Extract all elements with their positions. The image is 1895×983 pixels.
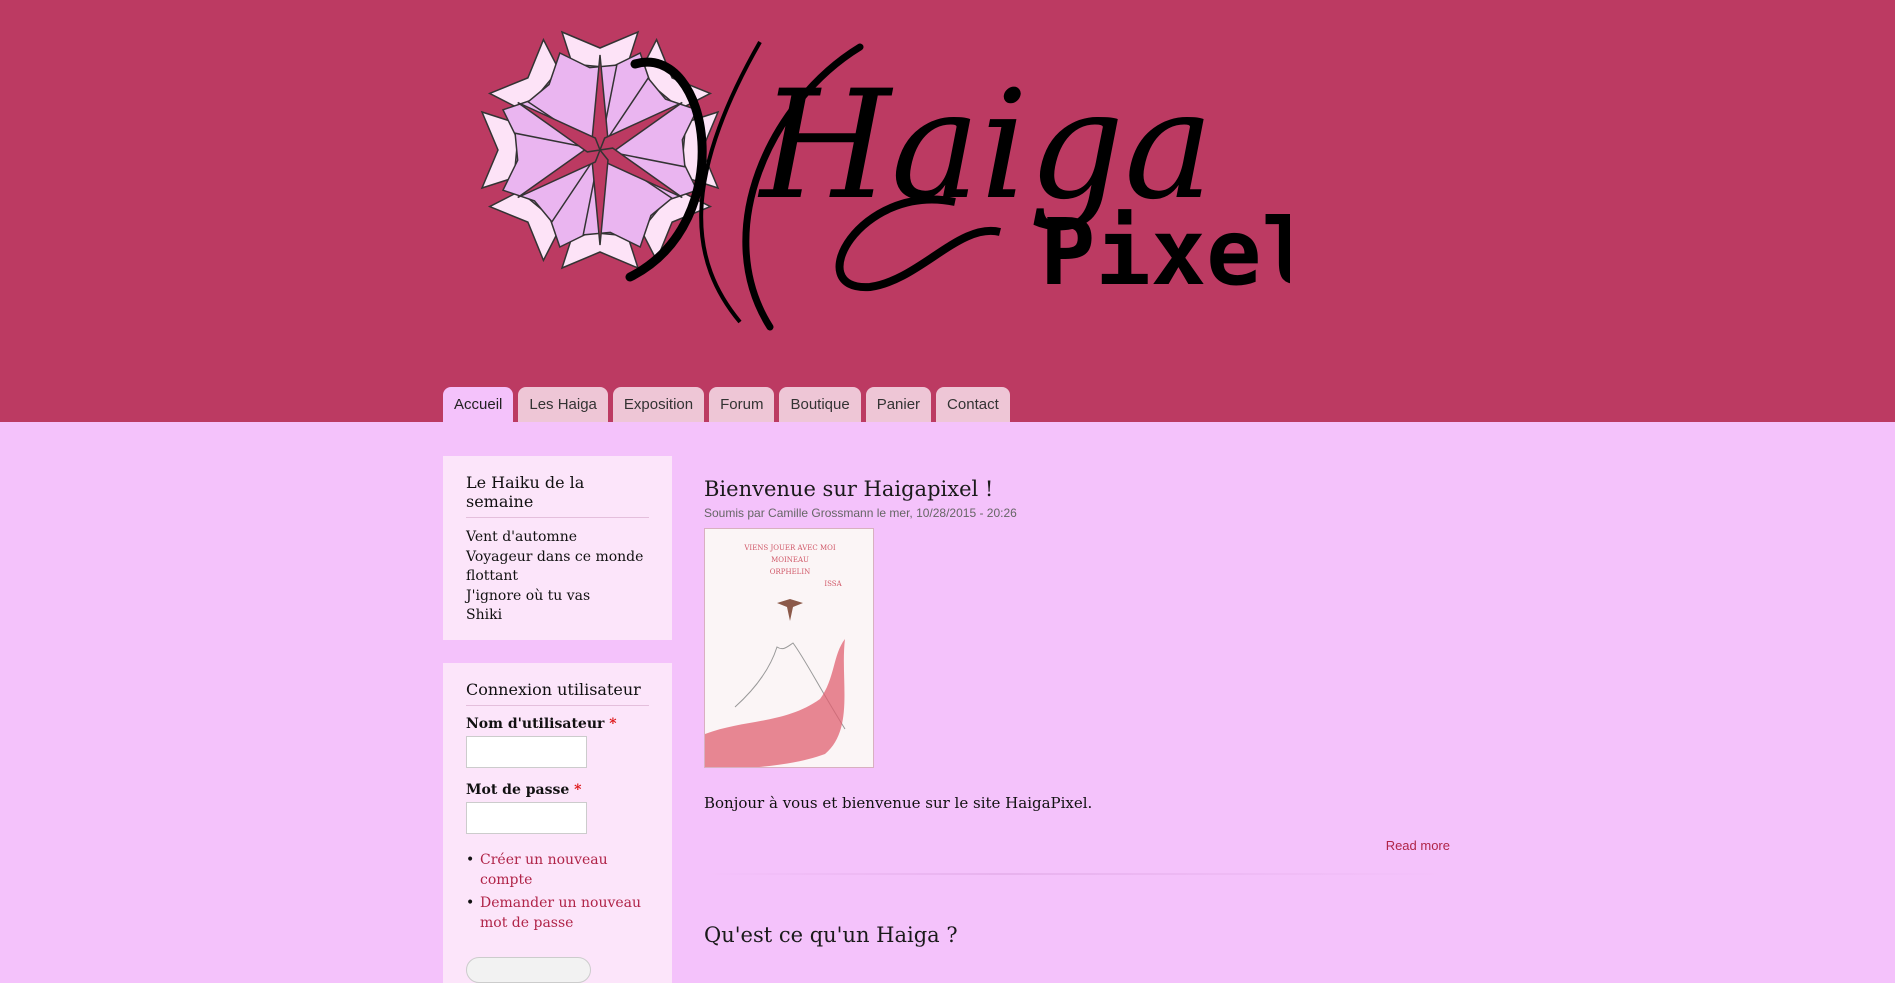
haiku-of-the-week-block: Le Haiku de la semaine Vent d'automne Vo… bbox=[443, 456, 672, 640]
article-divider bbox=[704, 873, 1450, 875]
tab-forum[interactable]: Forum bbox=[709, 387, 775, 422]
request-password-link[interactable]: Demander un nouveau mot de passe bbox=[466, 893, 649, 933]
site-logo[interactable]: Haiga Pixel bbox=[440, 22, 1290, 357]
logo-subtitle: Pixel bbox=[1040, 199, 1290, 306]
article-submitted: Soumis par Camille Grossmann le mer, 10/… bbox=[704, 506, 1017, 520]
article-body: Bonjour à vous et bienvenue sur le site … bbox=[704, 794, 1093, 812]
username-label-text: Nom d'utilisateur bbox=[466, 716, 605, 732]
read-more-link[interactable]: Read more bbox=[704, 838, 1450, 853]
tab-boutique[interactable]: Boutique bbox=[779, 387, 861, 422]
username-field[interactable] bbox=[466, 736, 587, 768]
haiga-painting: VIENS JOUER AVEC MOI MOINEAU ORPHELIN IS… bbox=[705, 529, 873, 767]
required-marker: * bbox=[574, 782, 582, 798]
image-text-line: MOINEAU bbox=[771, 556, 809, 564]
site-header: Haiga Pixel Accueil Les Haiga Exposition… bbox=[0, 0, 1895, 422]
tab-panier[interactable]: Panier bbox=[865, 387, 932, 422]
required-marker: * bbox=[609, 716, 617, 732]
password-label-text: Mot de passe bbox=[466, 782, 570, 798]
login-links: Créer un nouveau compte Demander un nouv… bbox=[466, 850, 649, 933]
image-text-line: ISSA bbox=[824, 580, 842, 588]
image-text-line: ORPHELIN bbox=[770, 568, 810, 576]
haiku-line: Vent d'automne bbox=[466, 529, 578, 545]
haiku-author: Shiki bbox=[466, 607, 503, 623]
article: Bienvenue sur Haigapixel ! Soumis par Ca… bbox=[704, 477, 1450, 875]
haiku-block-title: Le Haiku de la semaine bbox=[466, 473, 649, 518]
password-field[interactable] bbox=[466, 802, 587, 834]
article-title[interactable]: Bienvenue sur Haigapixel ! bbox=[704, 477, 1450, 501]
haigapixel-logo: Haiga Pixel bbox=[480, 30, 1290, 331]
main-navigation: Accueil Les Haiga Exposition Forum Bouti… bbox=[443, 387, 1010, 422]
tab-accueil[interactable]: Accueil bbox=[443, 387, 514, 422]
tab-contact[interactable]: Contact bbox=[936, 387, 1010, 422]
image-text-line: VIENS JOUER AVEC MOI bbox=[743, 544, 835, 552]
login-submit-button[interactable] bbox=[466, 957, 591, 983]
user-login-block: Connexion utilisateur Nom d'utilisateur … bbox=[443, 663, 672, 983]
article-title[interactable]: Qu'est ce qu'un Haiga ? bbox=[704, 923, 1450, 947]
haiku-line: Voyageur dans ce monde bbox=[466, 548, 644, 565]
article-image[interactable]: VIENS JOUER AVEC MOI MOINEAU ORPHELIN IS… bbox=[704, 528, 874, 768]
login-block-title: Connexion utilisateur bbox=[466, 680, 649, 706]
tab-exposition[interactable]: Exposition bbox=[612, 387, 705, 422]
haiku-line: flottant bbox=[466, 568, 519, 584]
create-account-link[interactable]: Créer un nouveau compte bbox=[466, 850, 649, 890]
password-label: Mot de passe * bbox=[466, 782, 649, 798]
haiku-line: J'ignore où tu vas bbox=[466, 587, 591, 604]
article: Qu'est ce qu'un Haiga ? bbox=[704, 923, 1450, 947]
tab-les-haiga[interactable]: Les Haiga bbox=[518, 387, 608, 422]
username-label: Nom d'utilisateur * bbox=[466, 716, 649, 732]
